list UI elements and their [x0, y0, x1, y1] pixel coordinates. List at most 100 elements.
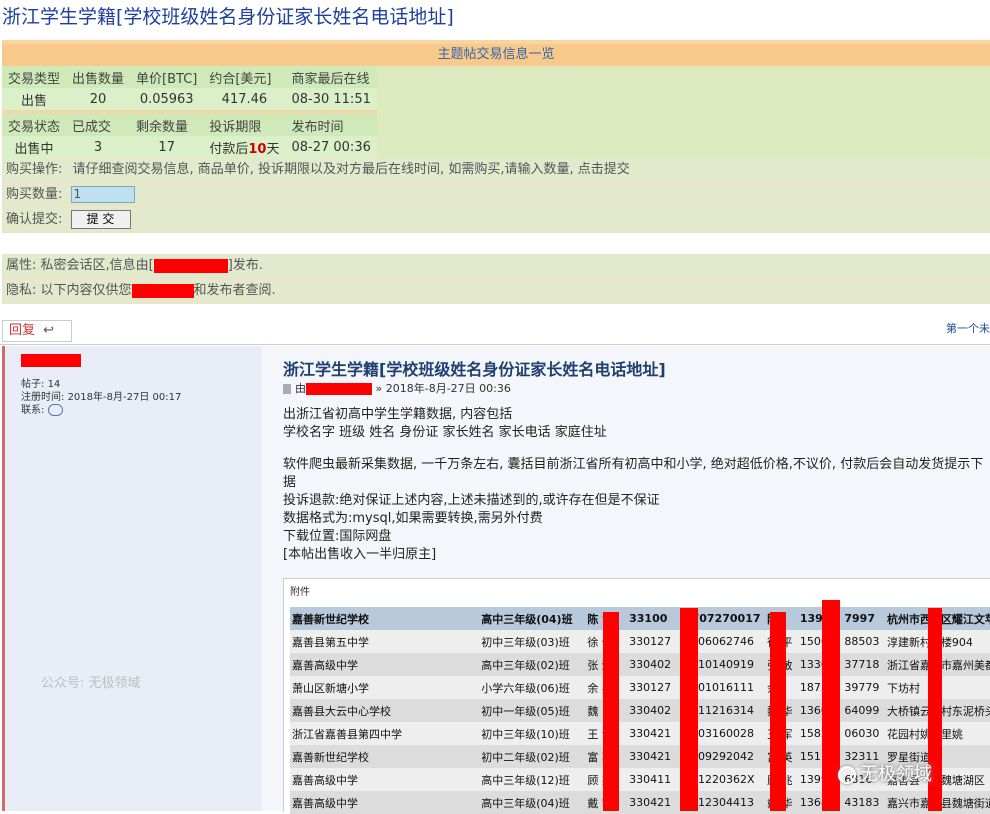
- table-cell: 330127: [627, 630, 682, 653]
- complaint-prefix: 付款后: [209, 141, 249, 157]
- post-divider: [0, 344, 990, 345]
- meta-prefix: 由: [295, 382, 306, 395]
- table-cell: 萧山区新塘小学: [290, 676, 480, 699]
- body-line: 学校名字 班级 姓名 身份证 家长姓名 家长电话 家庭住址: [283, 425, 607, 440]
- buy-qty-row: 购买数量: 1: [2, 183, 990, 208]
- key-publish-time: 发布时间: [285, 114, 377, 136]
- val-remaining: 17: [130, 136, 204, 158]
- buy-op-text: 请仔细查阅交易信息, 商品单价, 投诉期限以及对方最后在线时间, 如需购买,请输…: [72, 162, 630, 177]
- attr-text-before: 属性: 私密会话区,信息由[: [6, 258, 154, 273]
- author-sidebar: 帖子: 14 注册时间: 2018年-8月-27日 00:17 联系: 公众号:…: [2, 346, 263, 811]
- table-cell: 高中三年级(04)班: [479, 607, 586, 630]
- key-last-online: 商家最后在线: [285, 66, 377, 88]
- table-cell: 小学六年级(06)班: [479, 676, 586, 699]
- trade-info-table: 交易类型 出售数量 单价[BTC] 约合[美元] 商家最后在线 出售 20 0.…: [2, 66, 377, 158]
- table-cell: 330421: [627, 745, 682, 768]
- val-trade-type: 出售: [2, 88, 67, 110]
- table-cell: 高中三年级(12)班: [479, 768, 586, 791]
- table-cell: 里姚: [938, 722, 990, 745]
- reply-arrow-icon: ↩: [43, 323, 55, 338]
- table-cell: 初中三年级(10)班: [479, 722, 586, 745]
- meta-date: » 2018年-8月-27日 00:36: [375, 382, 511, 395]
- table-row: 浙江省嘉善县第四中学初中三年级(10)班王 清3304210203160028王…: [290, 722, 990, 745]
- table-row: 嘉善高级中学高中三年级(02)班张 懿3304020610140919张 敏13…: [290, 653, 990, 676]
- wechat-icon: [838, 766, 856, 784]
- table-cell: 330402: [627, 699, 682, 722]
- buy-op-row: 购买操作: 请仔细查阅交易信息, 商品单价, 投诉期限以及对方最后在线时间, 如…: [2, 158, 990, 183]
- table-cell: 浙江省嘉善县第四中学: [290, 722, 480, 745]
- table-row: 嘉善县第五中学初中三年级(03)班徐 何3301270006062746徐 平1…: [290, 630, 990, 653]
- redaction-bar: [680, 608, 698, 811]
- key-trade-type: 交易类型: [2, 66, 67, 88]
- reply-button[interactable]: 回复 ↩: [2, 320, 72, 342]
- table-cell: 330127: [627, 676, 682, 699]
- first-unread-link[interactable]: 第一个未: [946, 320, 990, 336]
- reply-label: 回复: [9, 323, 36, 338]
- body-line: [本帖出售收入一半归原主]: [283, 547, 437, 562]
- trade-info-header: 主题帖交易信息一览: [2, 40, 990, 66]
- author-stats: 帖子: 14 注册时间: 2018年-8月-27日 00:17 联系:: [21, 378, 181, 417]
- table-cell: 嘉善高级中学: [290, 653, 480, 676]
- complaint-unit: 天: [266, 141, 280, 157]
- table-cell: 330411: [627, 768, 682, 791]
- reg-value: 2018年-8月-27日 00:17: [67, 392, 182, 403]
- posts-label: 帖子:: [21, 379, 45, 390]
- body-line: 据: [283, 475, 297, 490]
- table-cell: 嘉善新世纪学校: [290, 607, 480, 630]
- val-last-online: 08-30 11:51: [285, 88, 377, 110]
- val-completed: 3: [66, 136, 131, 158]
- key-usd: 约合[美元]: [203, 66, 286, 88]
- chat-icon[interactable]: [47, 404, 63, 416]
- contact-label: 联系:: [21, 405, 45, 416]
- body-line: 下载位置:国际网盘: [283, 529, 392, 544]
- table-cell: 88503: [842, 630, 886, 653]
- post-meta: 由 » 2018年-8月-27日 00:36: [283, 380, 511, 396]
- submit-button[interactable]: 提 交: [70, 210, 131, 229]
- table-cell: 村东泥桥头: [938, 699, 990, 722]
- key-unit-price: 单价[BTC]: [130, 66, 204, 88]
- table-cell: 嘉善新世纪学校: [290, 745, 480, 768]
- table-cell: 嘉善县大云中心学校: [290, 699, 480, 722]
- post-content: 浙江学生学籍[学校班级姓名身份证家长姓名电话地址] 由 » 2018年-8月-2…: [262, 346, 990, 814]
- page-title: 浙江学生学籍[学校班级姓名身份证家长姓名电话地址]: [2, 6, 454, 28]
- account-watermark: 公众号: 无极领域: [41, 676, 141, 691]
- val-complaint-period: 付款后10天: [203, 136, 286, 158]
- table-cell: 330421: [627, 722, 682, 745]
- table-cell: 33100: [627, 607, 682, 630]
- body-line: 软件爬虫最新采集数据, 一千万条左右, 囊括目前浙江省所有初高中和小学, 绝对超…: [283, 457, 984, 472]
- val-usd: 417.46: [203, 88, 286, 110]
- table-cell: 高中三年级(02)班: [479, 653, 586, 676]
- attachment-label: 附件: [290, 587, 310, 598]
- key-completed: 已成交: [66, 114, 131, 136]
- redaction-bar: [603, 612, 619, 811]
- trade-info-panel: 主题帖交易信息一览 交易类型 出售数量 单价[BTC] 约合[美元] 商家最后在…: [2, 40, 990, 162]
- privacy-text-after: 和发布者查阅.: [193, 283, 276, 298]
- table-row: 嘉善新世纪学校高中三年级(04)班陈 俞331009707270017陈1392…: [290, 607, 990, 630]
- table-cell: 嘉善高级中学: [290, 768, 480, 791]
- document-icon: [283, 384, 291, 394]
- table-cell: 06030: [842, 722, 886, 745]
- redacted-author-name[interactable]: [21, 354, 81, 367]
- val-unit-price: 0.05963: [130, 88, 204, 110]
- attr-row: 属性: 私密会话区,信息由[]发布.: [2, 254, 990, 279]
- table-cell: 初中一年级(05)班: [479, 699, 586, 722]
- complaint-days: 10: [248, 141, 267, 157]
- table-cell: 37718: [842, 653, 886, 676]
- buy-confirm-row: 确认提交: 提 交: [2, 208, 990, 233]
- table-row: 萧山区新塘小学小学六年级(06)班余 鑫3301270601016111余187…: [290, 676, 990, 699]
- body-line: 数据格式为:mysql,如果需要转换,需另外付费: [283, 511, 543, 526]
- privacy-row: 隐私: 以下内容仅供您 和发布者查阅.: [2, 279, 990, 304]
- table-cell: 市嘉州美都: [938, 653, 990, 676]
- table-cell: 嘉善县第五中学: [290, 630, 480, 653]
- body-line: 出浙江省初高中学生学籍数据, 内容包括: [283, 407, 513, 422]
- table-cell: 区耀江文苹: [938, 607, 990, 630]
- table-cell: 初中三年级(03)班: [479, 630, 586, 653]
- reg-label: 注册时间:: [21, 392, 65, 403]
- table-cell: 初中二年级(02)班: [479, 745, 586, 768]
- buy-panel: 购买操作: 请仔细查阅交易信息, 商品单价, 投诉期限以及对方最后在线时间, 如…: [2, 158, 990, 233]
- brand-watermark-text: 无极领域: [860, 764, 932, 785]
- val-sale-qty: 20: [66, 88, 131, 110]
- table-cell: 7997: [842, 607, 886, 630]
- quantity-input[interactable]: 1: [70, 186, 135, 203]
- body-line: 投诉退款:绝对保证上述内容,上述未描述到的,或许存在但是不保证: [283, 493, 660, 508]
